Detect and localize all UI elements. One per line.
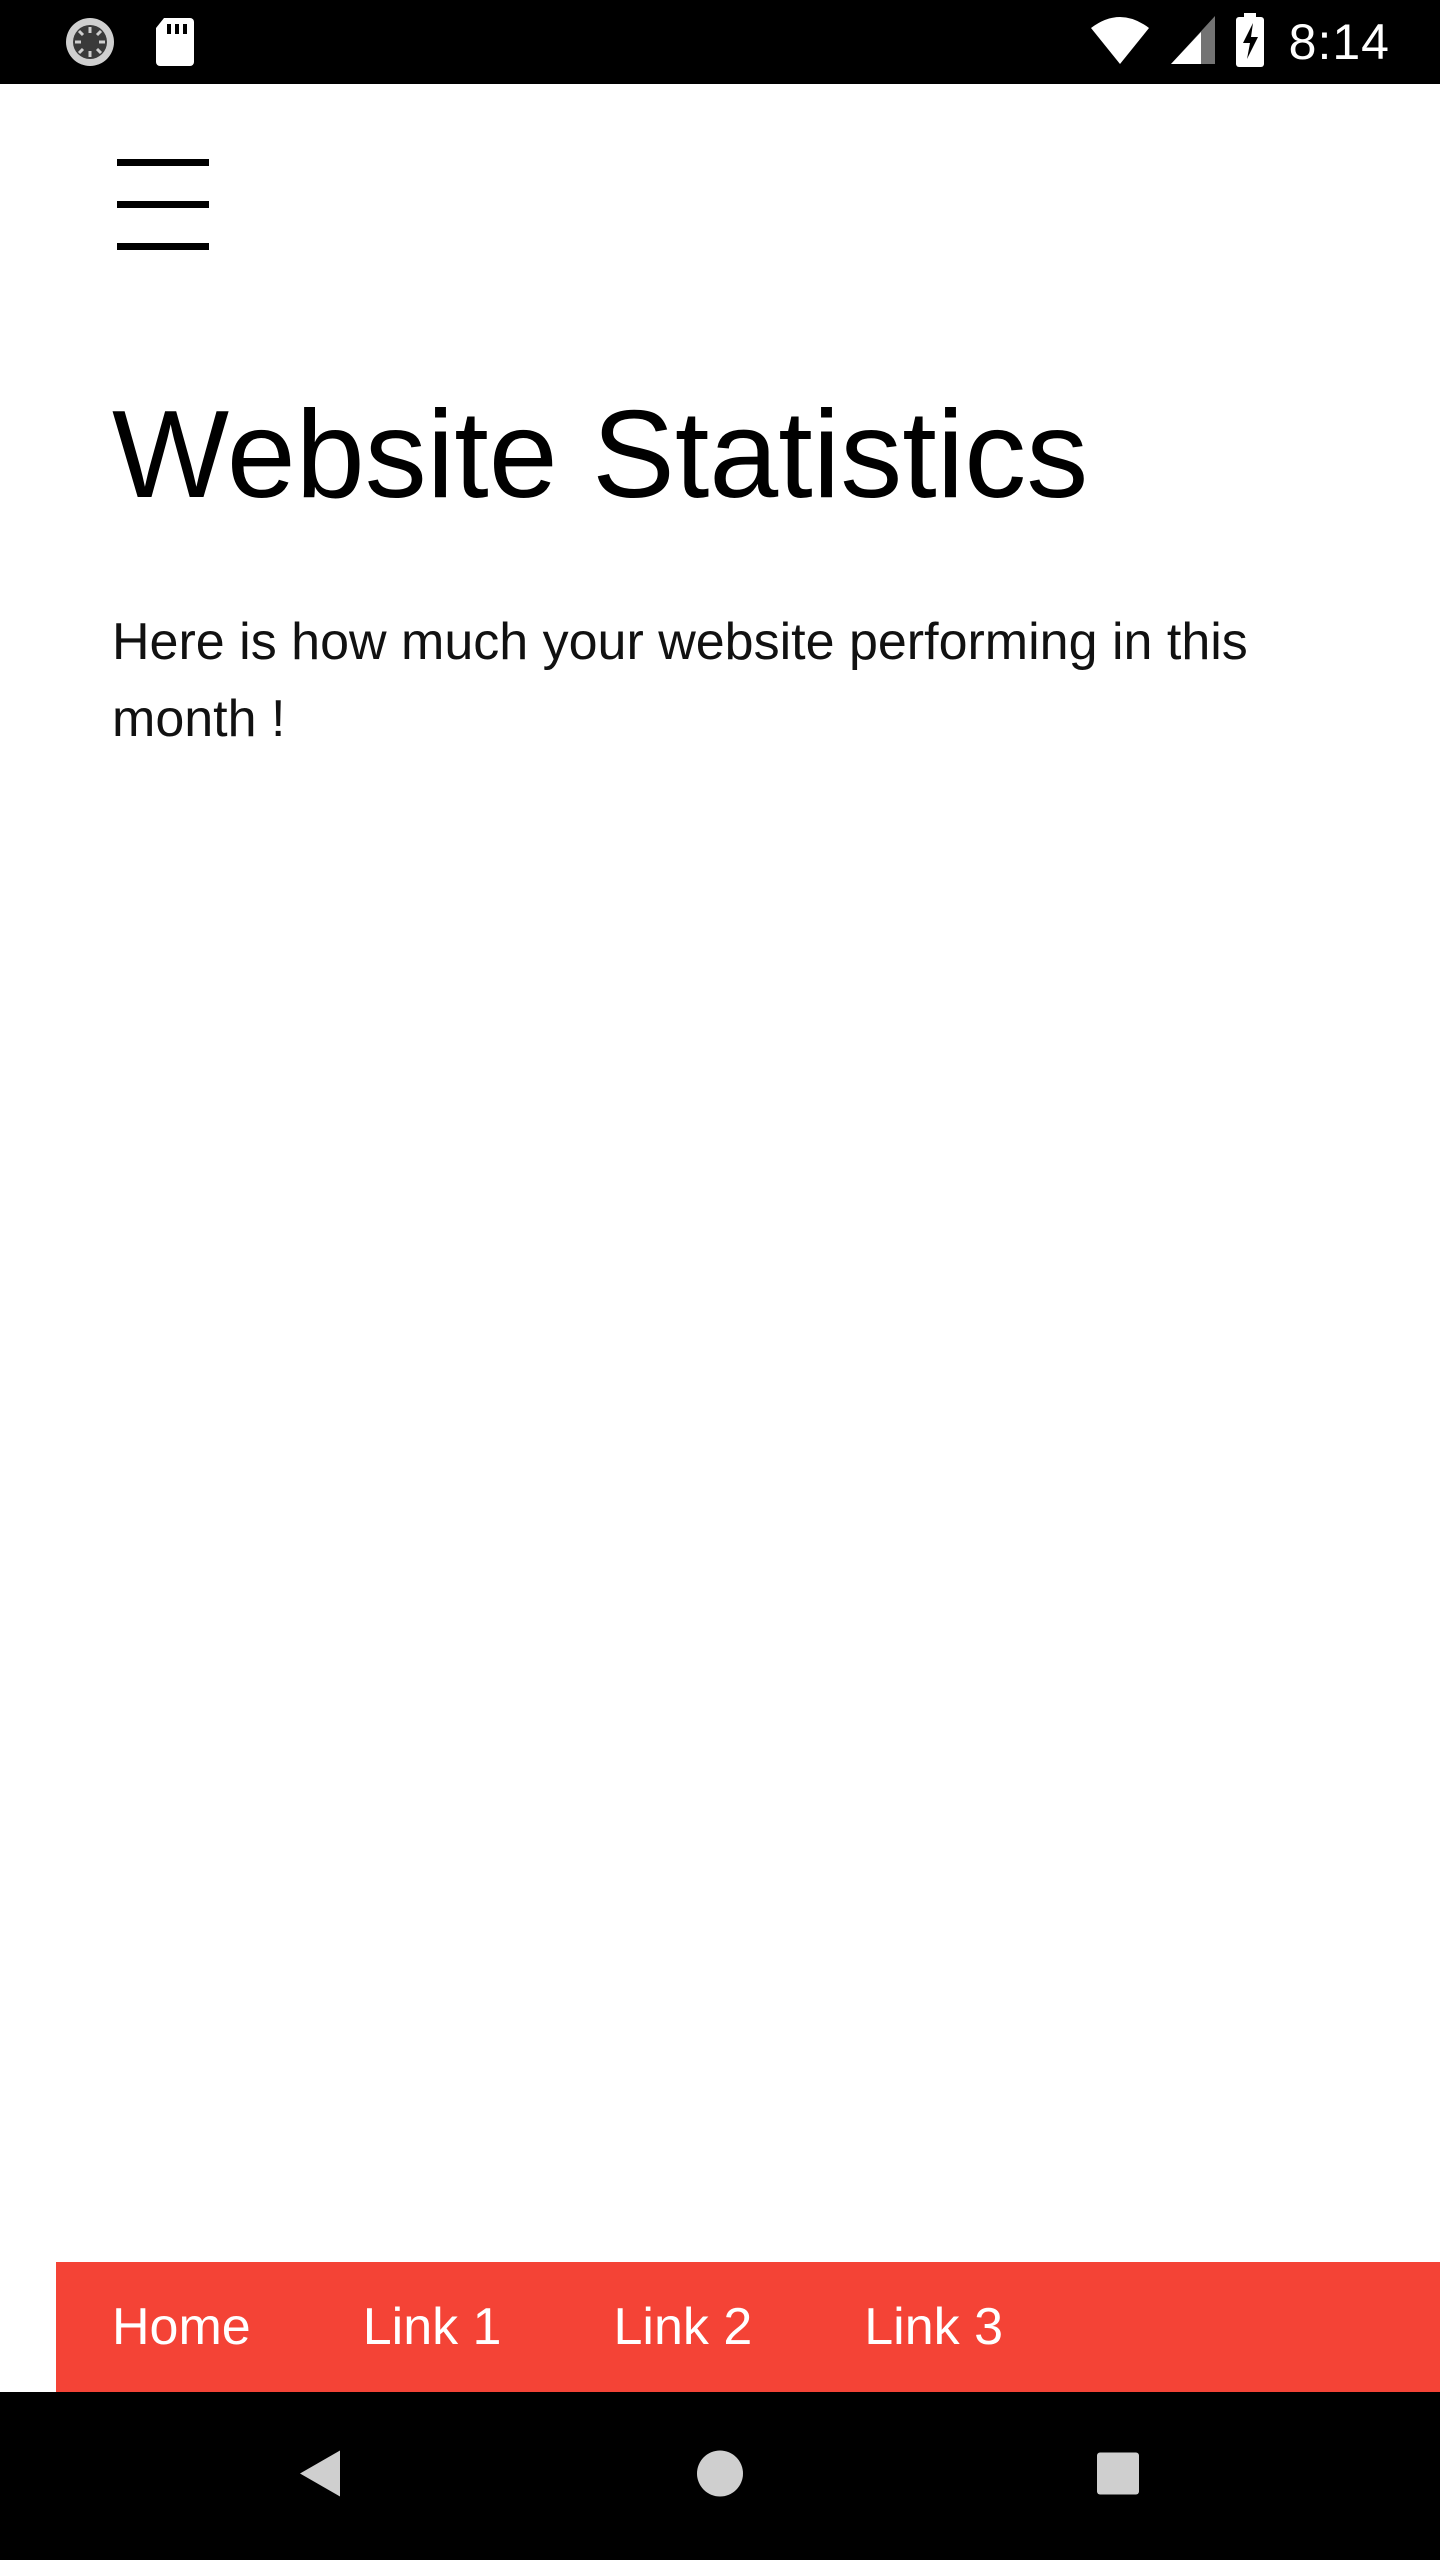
nav-link-2[interactable]: Link 2 bbox=[557, 2297, 808, 2357]
menu-bar-middle bbox=[117, 201, 209, 208]
nav-link-home[interactable]: Home bbox=[56, 2297, 307, 2357]
nav-link-3[interactable]: Link 3 bbox=[808, 2297, 1059, 2357]
status-time: 8:14 bbox=[1288, 14, 1390, 70]
system-nav-bar bbox=[0, 2392, 1440, 2560]
hamburger-menu-icon[interactable] bbox=[112, 154, 212, 254]
app-screen: 8:14 Website Statistics Here is how much… bbox=[0, 0, 1440, 2560]
battery-charging-icon bbox=[1235, 12, 1265, 72]
back-icon[interactable] bbox=[298, 2449, 342, 2504]
page-title: Website Statistics bbox=[112, 386, 1089, 524]
status-bar-right: 8:14 bbox=[1089, 12, 1390, 72]
page-description: Here is how much your website performing… bbox=[112, 613, 1248, 748]
home-icon[interactable] bbox=[696, 2450, 744, 2503]
menu-bar-top bbox=[117, 159, 209, 166]
recents-icon[interactable] bbox=[1096, 2452, 1140, 2501]
bottom-nav: Home Link 1 Link 2 Link 3 bbox=[56, 2262, 1440, 2392]
signal-icon bbox=[1169, 14, 1217, 71]
status-bar: 8:14 bbox=[0, 0, 1440, 84]
wifi-icon bbox=[1089, 14, 1151, 71]
nav-link-1[interactable]: Link 1 bbox=[307, 2297, 558, 2357]
menu-bar-bottom bbox=[117, 243, 209, 250]
sd-card-icon bbox=[154, 16, 196, 73]
loading-icon bbox=[64, 16, 116, 73]
status-bar-left bbox=[64, 16, 234, 73]
